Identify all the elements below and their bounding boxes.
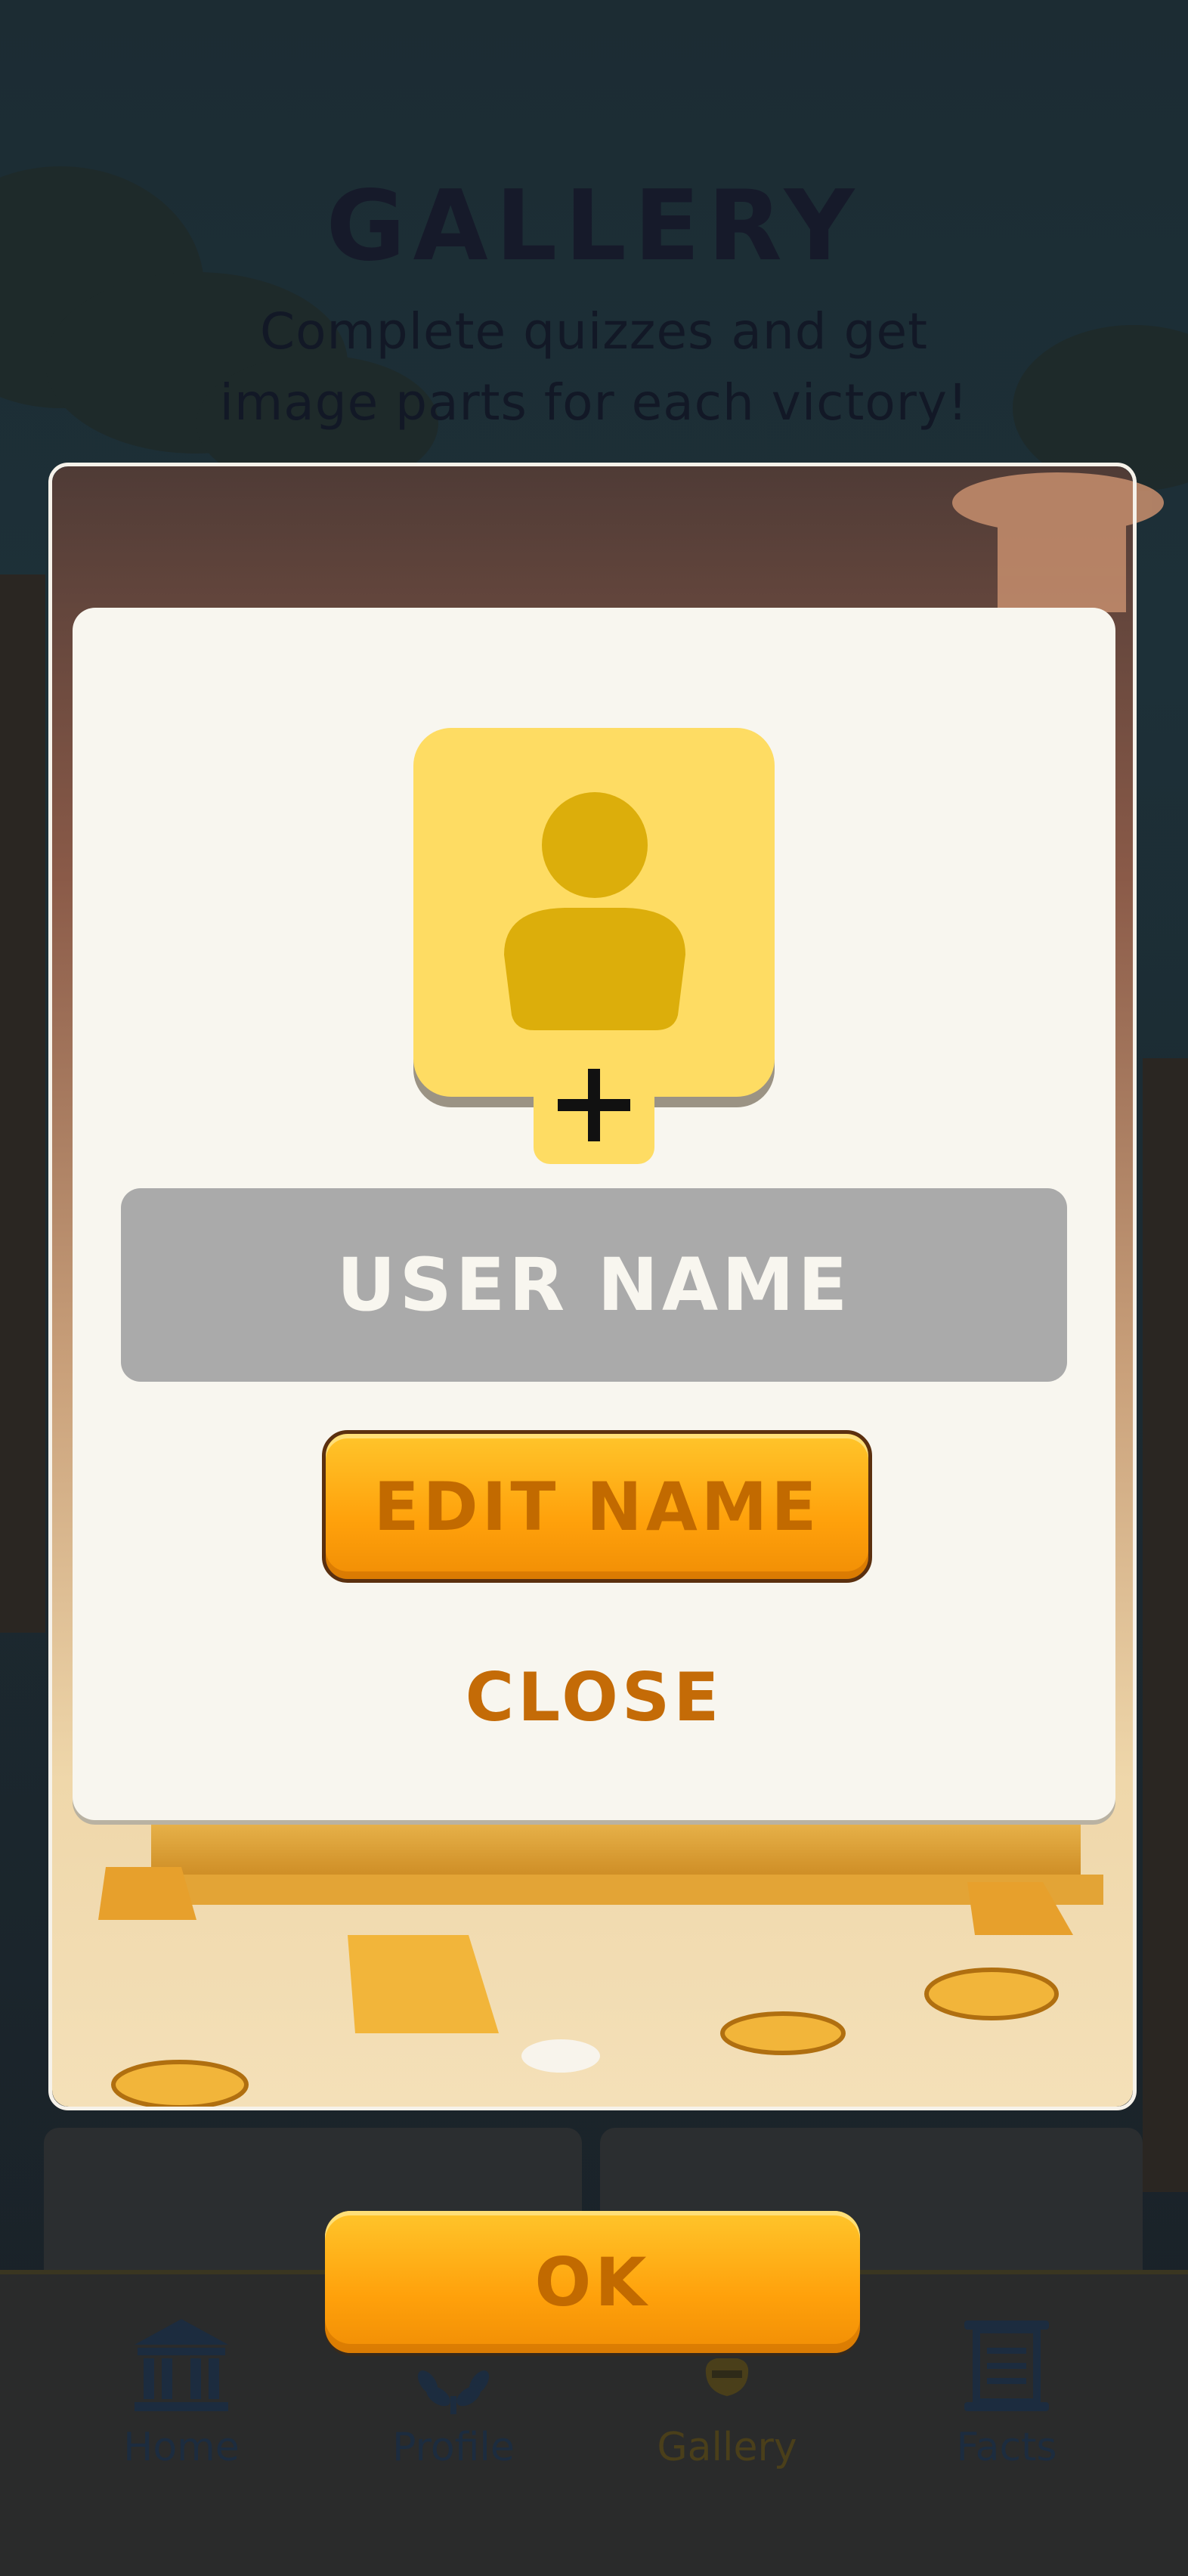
add-avatar-button[interactable] (534, 1049, 654, 1164)
nav-label-home: Home (123, 2425, 240, 2470)
nav-label-profile: Profile (392, 2425, 515, 2470)
ok-button[interactable]: OK (325, 2211, 860, 2353)
page-subtitle: Complete quizzes and get image parts for… (219, 302, 969, 432)
page-title: GALLERY (326, 170, 862, 283)
person-icon (504, 792, 685, 1030)
temple-icon (135, 2319, 228, 2411)
edit-name-button[interactable]: EDIT NAME (322, 1430, 872, 1583)
close-button[interactable]: CLOSE (423, 1648, 765, 1746)
plus-icon (558, 1069, 630, 1141)
nav-item-facts[interactable]: Facts (893, 2313, 1120, 2479)
nav-label-facts: Facts (956, 2425, 1057, 2470)
avatar-picker[interactable] (413, 728, 775, 1097)
nav-label-gallery: Gallery (657, 2425, 797, 2470)
scroll-icon (964, 2321, 1049, 2411)
nav-item-home[interactable]: Home (68, 2313, 295, 2479)
user-name-field[interactable]: USER NAME (121, 1188, 1067, 1382)
